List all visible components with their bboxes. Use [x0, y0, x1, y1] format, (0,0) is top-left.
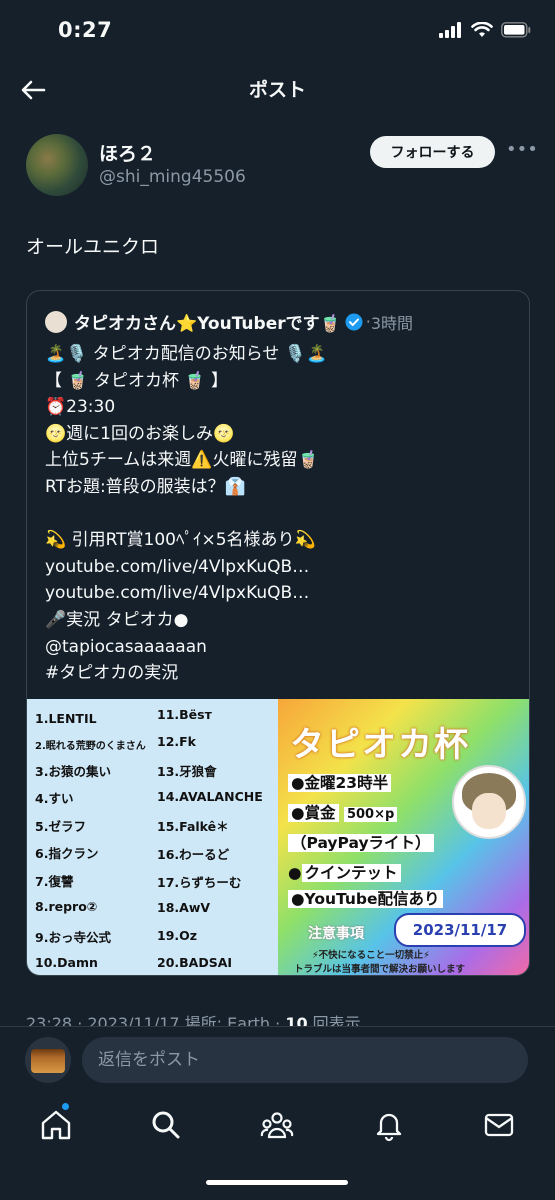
streamer-character-illustration [452, 765, 526, 839]
home-icon[interactable] [39, 1108, 73, 1142]
verified-badge-icon [345, 313, 363, 330]
wifi-icon [471, 22, 493, 37]
home-indicator [206, 1180, 348, 1185]
team-entry: 13.牙狼會 [157, 764, 217, 779]
post-text: オールユニクロ [26, 236, 160, 258]
page-title: ポスト [248, 79, 306, 101]
info-line: ●YouTube配信あり [288, 887, 443, 909]
team-entry: 10.Damn [35, 955, 98, 970]
team-entry: 15.Falkê＊ [157, 819, 229, 834]
reply-input[interactable] [82, 1037, 528, 1083]
team-list-panel: 1.LENTIL 2.眠れる荒野のくまさん 3.お猿の集い 4.すい 5.ゼラフ… [27, 699, 278, 975]
team-entry: 9.おっ寺公式 [35, 930, 111, 945]
team-entry: 14.AVALANCHE [157, 789, 263, 804]
info-line: ●金曜23時半 [288, 771, 392, 793]
quoted-display-name[interactable]: タピオカさん⭐YouTuberです🧋 [74, 309, 341, 334]
team-entry: 18.AwV [157, 900, 211, 915]
more-options-icon[interactable]: ••• [506, 140, 538, 164]
info-line: ● クインテット [288, 861, 401, 883]
team-entry: 1.LENTIL [35, 711, 97, 726]
battery-icon [501, 22, 531, 38]
team-entry: 7.復讐 [35, 874, 74, 889]
team-entry: 12.Fk [157, 734, 196, 749]
messages-icon[interactable] [482, 1108, 516, 1142]
team-entry: 2.眠れる荒野のくまさん [35, 741, 146, 752]
current-user-avatar[interactable] [25, 1037, 71, 1083]
status-time: 0:27 [58, 18, 113, 42]
info-line: ●賞金 500×p [288, 801, 398, 823]
quoted-post[interactable]: タピオカさん⭐YouTuberです🧋 · 3時間 🏝️🎙️ タピオカ配信のお知ら… [26, 290, 530, 976]
team-entry: 8.repro② [35, 899, 98, 914]
team-entry: 20.BADSAI [157, 955, 233, 970]
quoted-avatar[interactable] [45, 310, 67, 333]
status-bar: 0:27 [0, 0, 555, 62]
team-entry: 5.ゼラフ [35, 819, 86, 834]
notice-line: トラブルは当事者間で解決お願いします [294, 964, 466, 975]
team-entry: 16.わーるど [157, 847, 230, 862]
team-entry: 11.Bësт [157, 707, 212, 722]
search-icon[interactable] [149, 1108, 183, 1142]
event-date-badge: 2023/11/17 [394, 913, 526, 947]
tournament-title: タピオカ杯 [290, 725, 470, 765]
team-entry: 19.Oz [157, 928, 198, 943]
header: ポスト [0, 62, 555, 118]
notice-title: 注意事項 [308, 926, 364, 942]
author-avatar[interactable] [26, 134, 88, 196]
signal-icon [439, 22, 461, 38]
notifications-icon[interactable] [372, 1108, 406, 1142]
team-entry: 6.指クラン [35, 846, 99, 861]
tournament-image[interactable]: 1.LENTIL 2.眠れる荒野のくまさん 3.お猿の集い 4.すい 5.ゼラフ… [27, 699, 529, 975]
notification-dot [62, 1103, 69, 1110]
status-icons [439, 22, 531, 38]
quoted-header: タピオカさん⭐YouTuberです🧋 · 3時間 [45, 309, 413, 334]
info-line: （PayPayライト） [288, 831, 434, 853]
author-handle[interactable]: @shi_ming45506 [99, 167, 246, 187]
communities-icon[interactable] [260, 1108, 294, 1142]
author-display-name[interactable]: ほろ２ [99, 139, 156, 166]
tournament-info-panel: タピオカ杯 ●金曜23時半 ●賞金 500×p （PayPayライト） ● クイン… [278, 699, 529, 975]
team-entry: 4.すい [35, 791, 74, 806]
bottom-tab-bar [0, 1094, 555, 1200]
team-entry: 17.らずちーむ [157, 875, 242, 890]
notice-line: ⚡不快になること一切禁止⚡ [312, 950, 430, 961]
follow-button[interactable]: フォローする [370, 136, 495, 168]
team-entry: 3.お猿の集い [35, 764, 111, 779]
quoted-time: 3時間 [370, 313, 414, 333]
reply-bar [0, 1026, 555, 1095]
quoted-body: 🏝️🎙️ タピオカ配信のお知らせ 🎙️🏝️ 【 🧋 タピオカ杯 🧋 】 ⏰23:… [45, 344, 328, 684]
